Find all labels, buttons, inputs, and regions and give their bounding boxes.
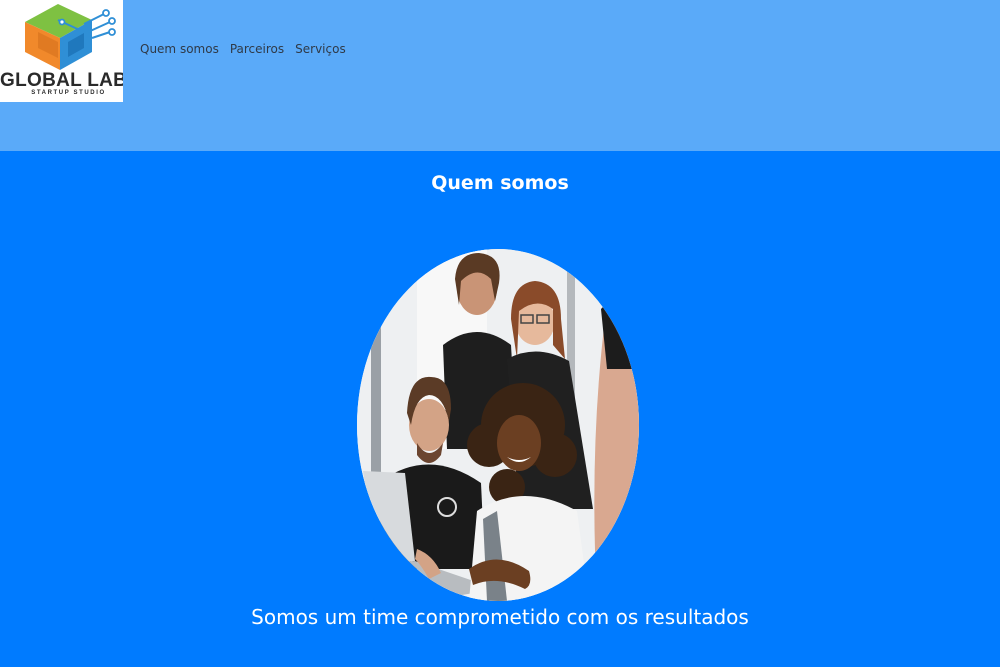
logo[interactable]: GLOBAL LABS STARTUP STUDIO bbox=[0, 0, 123, 102]
nav-link-servicos[interactable]: Serviços bbox=[295, 42, 346, 56]
team-photo-icon bbox=[357, 249, 639, 601]
nav-link-parceiros[interactable]: Parceiros bbox=[230, 42, 284, 56]
nav-link-quem-somos[interactable]: Quem somos bbox=[140, 42, 219, 56]
section-title: Quem somos bbox=[431, 172, 569, 194]
team-photo bbox=[357, 249, 639, 601]
tagline: Somos um time comprometido com os result… bbox=[251, 605, 749, 629]
logo-subtitle: STARTUP STUDIO bbox=[31, 90, 106, 96]
logo-title: GLOBAL LABS bbox=[0, 70, 123, 91]
main-nav: Quem somos Parceiros Serviços bbox=[140, 42, 346, 56]
site-header: GLOBAL LABS STARTUP STUDIO Quem somos Pa… bbox=[0, 0, 1000, 151]
